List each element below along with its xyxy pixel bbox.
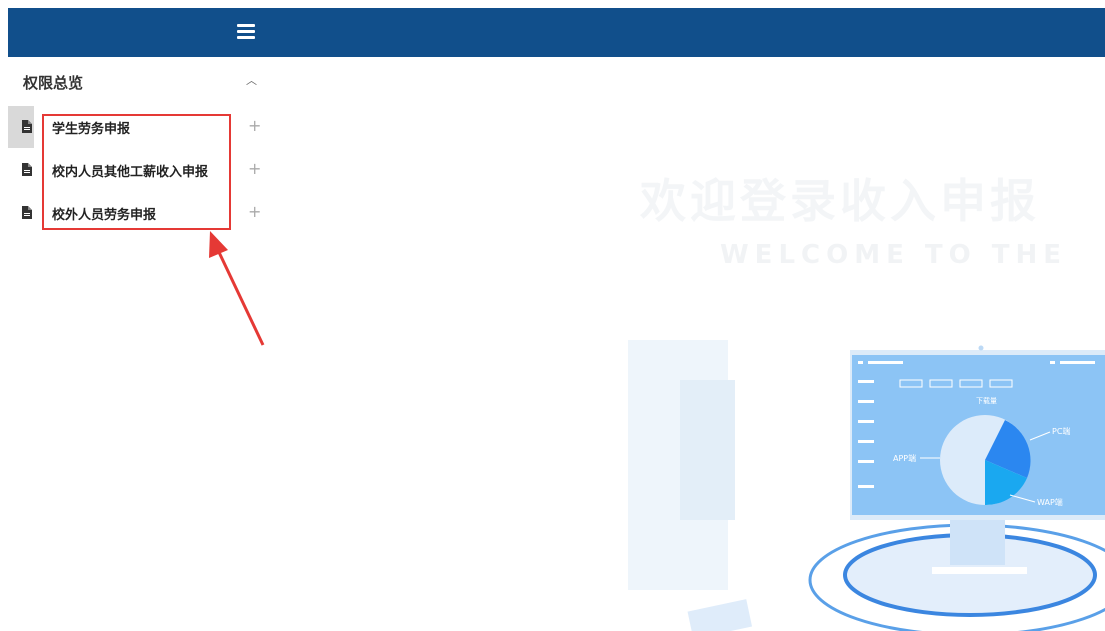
pie-center-label: 下载量: [976, 396, 997, 405]
plus-icon[interactable]: +: [248, 159, 261, 178]
sidebar-group-header[interactable]: 权限总览 ︿: [8, 57, 270, 103]
pie-wap-label: WAP端: [1037, 497, 1063, 507]
file-icon: [22, 163, 32, 176]
hamburger-icon[interactable]: [237, 24, 255, 40]
pie-pc-label: PC端: [1052, 426, 1070, 436]
plus-icon[interactable]: +: [248, 116, 261, 135]
annotation-arrow-icon: [209, 231, 265, 346]
chevron-up-icon[interactable]: ︿: [246, 72, 257, 88]
annotation-highlight-box: [42, 114, 231, 230]
plus-icon[interactable]: +: [248, 202, 261, 221]
sidebar-group-title: 权限总览: [23, 74, 84, 92]
dashboard-illustration: 下载量 PC端 APP端 WAP端: [628, 340, 1105, 631]
pie-app-label: APP端: [893, 453, 916, 463]
file-icon: [22, 206, 32, 219]
top-bar: [8, 8, 1105, 57]
file-icon: [22, 120, 32, 133]
